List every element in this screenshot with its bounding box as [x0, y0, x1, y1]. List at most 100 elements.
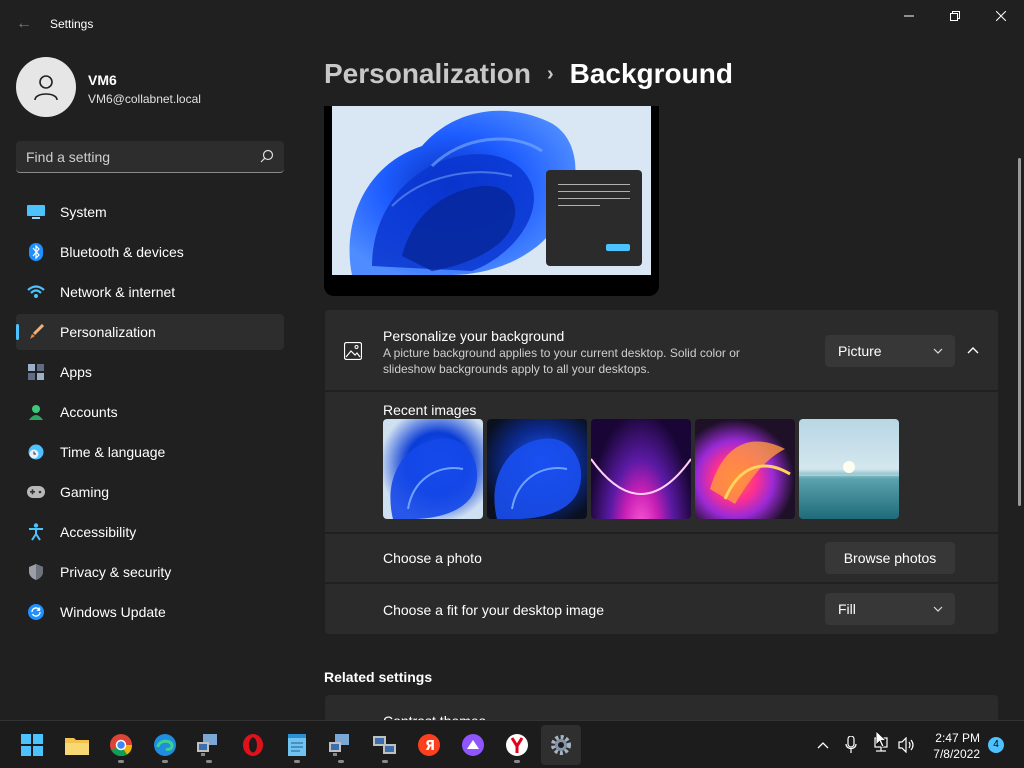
recent-image-thumbnail[interactable] — [799, 419, 899, 519]
fit-dropdown[interactable]: Fill — [825, 593, 955, 625]
minimize-icon — [904, 15, 914, 17]
recent-images-list — [383, 419, 899, 519]
recent-image-thumbnail[interactable] — [383, 419, 483, 519]
sidebar-item-windows-update[interactable]: Windows Update — [16, 594, 284, 630]
preview-line — [558, 205, 600, 206]
personalize-background-card: Personalize your background A picture ba… — [325, 310, 998, 390]
sidebar-item-time-language[interactable]: Time & language — [16, 434, 284, 470]
scrollbar-thumb[interactable] — [1018, 158, 1021, 506]
background-setting-description: A picture background applies to your cur… — [383, 346, 740, 376]
wifi-icon — [26, 282, 46, 302]
choose-fit-label: Choose a fit for your desktop image — [383, 602, 605, 618]
volume-tray-button[interactable] — [897, 735, 917, 755]
recent-image-thumbnail[interactable] — [591, 419, 691, 519]
network-tool-taskbar-button[interactable] — [321, 725, 361, 765]
sidebar-item-label: Accounts — [60, 404, 118, 420]
edge-icon — [154, 734, 176, 756]
preview-line — [558, 198, 630, 199]
sidebar-item-accessibility[interactable]: Accessibility — [16, 514, 284, 550]
bloom-light-image — [390, 438, 478, 519]
edge-taskbar-button[interactable] — [145, 725, 185, 765]
desktop-preview — [324, 106, 659, 296]
sidebar-item-network[interactable]: Network & internet — [16, 274, 284, 310]
network-computer-icon — [329, 734, 349, 756]
person-icon — [26, 402, 46, 422]
sidebar-item-label: System — [60, 204, 107, 220]
gamepad-icon — [26, 482, 46, 502]
clock-time: 2:47 PM — [935, 731, 980, 745]
sidebar-item-label: Bluetooth & devices — [60, 244, 184, 260]
network-tool-2-taskbar-button[interactable] — [365, 725, 405, 765]
sidebar-item-accounts[interactable]: Accounts — [16, 394, 284, 430]
sidebar-item-privacy[interactable]: Privacy & security — [16, 554, 284, 590]
sidebar-item-label: Gaming — [60, 484, 110, 500]
settings-taskbar-button[interactable] — [541, 725, 581, 765]
background-type-value: Picture — [838, 343, 882, 359]
restore-icon — [950, 11, 960, 21]
restore-button[interactable] — [932, 0, 978, 32]
shield-icon — [26, 562, 46, 582]
avatar[interactable] — [16, 57, 76, 117]
choose-photo-row: Choose a photo Browse photos — [325, 534, 998, 582]
remote-desktop-taskbar-button[interactable] — [189, 725, 229, 765]
sidebar-nav: System Bluetooth & devices Network & int… — [16, 194, 284, 634]
preview-window-sample — [546, 170, 642, 266]
fit-value: Fill — [838, 601, 856, 617]
start-button[interactable] — [12, 725, 52, 765]
preview-line — [558, 184, 630, 185]
image-icon — [344, 342, 362, 360]
person-icon — [34, 75, 58, 101]
yandex-taskbar-button[interactable] — [497, 725, 537, 765]
chevron-down-icon — [933, 606, 943, 612]
taskbar-clock[interactable]: 2:47 PM 7/8/2022 — [926, 730, 980, 762]
microphone-tray-button[interactable] — [841, 735, 861, 755]
minimize-button[interactable] — [886, 0, 932, 32]
notepad-taskbar-button[interactable] — [277, 725, 317, 765]
opera-taskbar-button[interactable] — [233, 725, 273, 765]
background-type-dropdown[interactable]: Picture — [825, 335, 955, 367]
chevron-down-icon — [933, 348, 943, 354]
clock-globe-icon — [26, 442, 46, 462]
taskbar: Я 2:47 PM 7/8/2022 4 — [0, 720, 1024, 768]
sidebar-item-label: Apps — [60, 364, 92, 380]
show-hidden-icons-button[interactable] — [813, 735, 833, 755]
svg-text:Я: Я — [425, 739, 435, 754]
browse-photos-button[interactable]: Browse photos — [825, 542, 955, 574]
back-arrow-icon[interactable]: ← — [14, 14, 34, 34]
notification-badge[interactable]: 4 — [988, 737, 1004, 753]
gear-icon — [551, 735, 571, 755]
search-input[interactable] — [26, 141, 256, 172]
sidebar-item-bluetooth[interactable]: Bluetooth & devices — [16, 234, 284, 270]
breadcrumb: Personalization › Background — [324, 58, 733, 90]
background-setting-title: Personalize your background — [383, 328, 565, 344]
title-bar: ← Settings — [0, 0, 1024, 48]
folder-icon — [65, 738, 89, 755]
recent-images-label: Recent images — [383, 402, 477, 418]
sidebar-item-apps[interactable]: Apps — [16, 354, 284, 390]
close-button[interactable] — [978, 0, 1024, 32]
sidebar-item-personalization[interactable]: Personalization — [16, 314, 284, 350]
sidebar-item-system[interactable]: System — [16, 194, 284, 230]
clock-date: 7/8/2022 — [933, 747, 980, 761]
search-box[interactable] — [16, 141, 284, 173]
recent-image-thumbnail[interactable] — [487, 419, 587, 519]
chevron-up-icon[interactable] — [965, 342, 981, 358]
purple-glow-image — [591, 458, 691, 495]
recent-image-thumbnail[interactable] — [695, 419, 795, 519]
choose-fit-row: Choose a fit for your desktop image Fill — [325, 584, 998, 634]
alice-taskbar-button[interactable] — [453, 725, 493, 765]
microphone-icon — [845, 736, 857, 753]
recent-images-section: Recent images — [325, 392, 998, 532]
breadcrumb-parent[interactable]: Personalization — [324, 58, 531, 90]
sidebar-item-label: Windows Update — [60, 604, 166, 620]
yandex-browser-taskbar-button[interactable]: Я — [409, 725, 449, 765]
yandex-browser-icon: Я — [418, 734, 440, 756]
preview-line — [558, 191, 630, 192]
opera-icon — [243, 734, 263, 756]
computers-icon — [373, 736, 396, 754]
yandex-icon — [506, 734, 528, 756]
sidebar-item-gaming[interactable]: Gaming — [16, 474, 284, 510]
file-explorer-taskbar-button[interactable] — [57, 725, 97, 765]
chrome-taskbar-button[interactable] — [101, 725, 141, 765]
search-icon[interactable] — [260, 149, 274, 163]
